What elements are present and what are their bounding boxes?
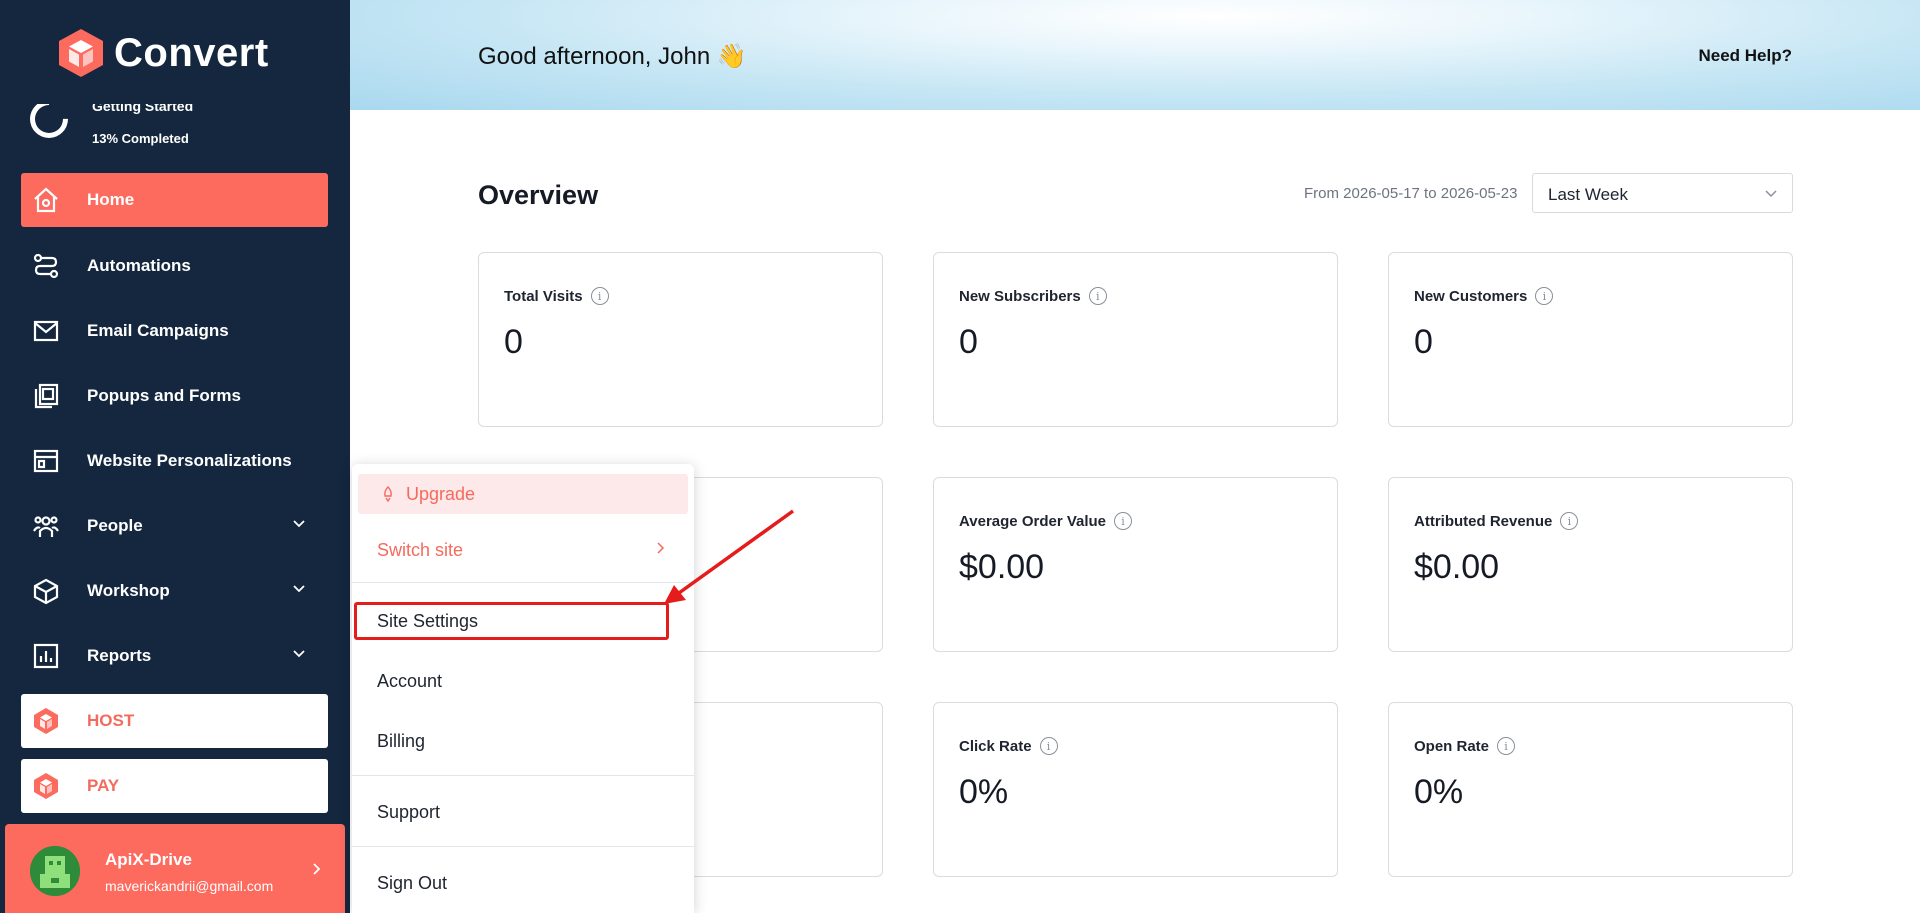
- sidebar-item-label: Automations: [87, 256, 191, 275]
- sidebar-item-label: Website Personalizations: [87, 451, 292, 470]
- chevron-down-icon: [1765, 190, 1777, 198]
- chevron-down-icon: [293, 520, 305, 528]
- sidebar-item-label: Home: [87, 190, 135, 209]
- greeting: Good afternoon, John 👋: [478, 43, 747, 70]
- browser-icon: [31, 446, 61, 476]
- stat-value: 0%: [959, 773, 1009, 811]
- info-icon[interactable]: i: [1114, 512, 1133, 530]
- stat-card-new-subscribers: New Subscribers i 0: [933, 252, 1338, 427]
- menu-sign-out[interactable]: Sign Out: [377, 873, 447, 894]
- menu-account[interactable]: Account: [377, 671, 442, 692]
- sidebar-item-people[interactable]: People: [21, 499, 328, 553]
- sidebar-item-reports[interactable]: Reports: [21, 629, 328, 683]
- chevron-down-icon: [293, 650, 305, 658]
- progress-title: Getting Started: [92, 104, 194, 114]
- menu-upgrade-label: Upgrade: [406, 483, 476, 504]
- user-email: maverickandrii@gmail.com: [105, 878, 274, 894]
- chevron-down-icon: [293, 585, 305, 593]
- progress-ring-icon: [30, 104, 76, 146]
- stat-value: 0: [1414, 323, 1433, 361]
- convert-logo-icon: [31, 771, 61, 801]
- sidebar: Convert Getting Started 13% Completed Ho…: [0, 0, 350, 913]
- stat-label: New Customers: [1414, 287, 1528, 305]
- site-settings-highlight: [354, 602, 669, 640]
- popups-icon: [31, 381, 61, 411]
- home-icon: [31, 185, 61, 215]
- user-name: ApiX-Drive: [105, 850, 192, 869]
- stat-label: Total Visits: [504, 287, 583, 305]
- period-select-value: Last Week: [1548, 185, 1629, 204]
- avatar: [30, 846, 80, 896]
- stat-card-click-rate: Click Rate i 0%: [933, 702, 1338, 877]
- progress-percent: 13% Completed: [92, 131, 189, 146]
- stat-value: 0: [959, 323, 978, 361]
- chevron-right-icon: [313, 863, 321, 875]
- sidebar-item-label: Reports: [87, 646, 152, 665]
- sidebar-item-label: Email Campaigns: [87, 321, 229, 340]
- user-account-card[interactable]: ApiX-Drive maverickandrii@gmail.com: [5, 824, 345, 913]
- period-select[interactable]: Last Week: [1532, 173, 1793, 213]
- info-icon[interactable]: i: [1535, 287, 1554, 305]
- page-header: Good afternoon, John 👋 Need Help?: [350, 0, 1920, 110]
- menu-switch-site[interactable]: Switch site: [377, 540, 463, 561]
- sidebar-item-pay[interactable]: PAY: [21, 759, 328, 813]
- chart-icon: [31, 641, 61, 671]
- menu-divider: [352, 846, 694, 847]
- menu-support[interactable]: Support: [377, 802, 440, 823]
- page-title: Overview: [478, 180, 599, 210]
- menu-divider: [352, 582, 694, 583]
- stat-value: $0.00: [959, 548, 1045, 586]
- stat-card-attributed-revenue: Attributed Revenue i $0.00: [1388, 477, 1793, 652]
- stat-label: Average Order Value: [959, 512, 1107, 530]
- sidebar-item-label: People: [87, 516, 143, 535]
- rocket-icon: [384, 486, 392, 502]
- info-icon[interactable]: i: [1560, 512, 1579, 530]
- convert-logo-icon: [31, 706, 61, 736]
- date-range: From 2026-05-17 to 2026-05-23: [1304, 185, 1518, 202]
- convert-logo-icon: [59, 29, 103, 77]
- sidebar-item-label: PAY: [87, 776, 120, 795]
- sidebar-item-automations[interactable]: Automations: [21, 239, 328, 293]
- stat-card-new-customers: New Customers i 0: [1388, 252, 1793, 427]
- sidebar-item-label: Workshop: [87, 581, 170, 600]
- sidebar-item-workshop[interactable]: Workshop: [21, 564, 328, 618]
- stat-card-average-order-value: Average Order Value i $0.00: [933, 477, 1338, 652]
- menu-upgrade[interactable]: Upgrade: [358, 474, 688, 514]
- account-menu: Upgrade Switch site Site Settings Accoun…: [352, 464, 694, 913]
- sidebar-item-host[interactable]: HOST: [21, 694, 328, 748]
- sidebar-item-popups-and-forms[interactable]: Popups and Forms: [21, 369, 328, 423]
- stat-label: New Subscribers: [959, 287, 1081, 305]
- stat-label: Attributed Revenue: [1414, 512, 1553, 530]
- cube-icon: [31, 576, 61, 606]
- info-icon[interactable]: i: [1039, 737, 1058, 755]
- stat-card-open-rate: Open Rate i 0%: [1388, 702, 1793, 877]
- stat-label: Click Rate: [959, 737, 1032, 755]
- menu-billing[interactable]: Billing: [377, 731, 425, 752]
- sidebar-item-website-personalizations[interactable]: Website Personalizations: [21, 434, 328, 488]
- people-icon: [31, 511, 61, 541]
- stat-value: 0%: [1414, 773, 1464, 811]
- mail-icon: [31, 316, 61, 346]
- stat-value: $0.00: [1414, 548, 1500, 586]
- app-logo[interactable]: Convert: [58, 28, 269, 78]
- sidebar-item-email-campaigns[interactable]: Email Campaigns: [21, 304, 328, 358]
- annotation-arrow-icon: [664, 509, 795, 604]
- sidebar-item-label: Popups and Forms: [87, 386, 241, 405]
- setup-progress[interactable]: Getting Started 13% Completed: [30, 104, 330, 154]
- sidebar-item-home[interactable]: Home: [21, 173, 328, 227]
- stat-value: 0: [504, 323, 523, 361]
- stat-card-total-visits: Total Visits i 0: [478, 252, 883, 427]
- sidebar-item-label: HOST: [87, 711, 135, 730]
- info-icon[interactable]: i: [1497, 737, 1516, 755]
- info-icon[interactable]: i: [1088, 287, 1107, 305]
- automations-icon: [31, 251, 61, 281]
- need-help-link[interactable]: Need Help?: [1698, 46, 1792, 66]
- menu-divider: [352, 775, 694, 776]
- info-icon[interactable]: i: [590, 287, 609, 305]
- stat-label: Open Rate: [1414, 737, 1490, 755]
- app-name: Convert: [114, 30, 269, 75]
